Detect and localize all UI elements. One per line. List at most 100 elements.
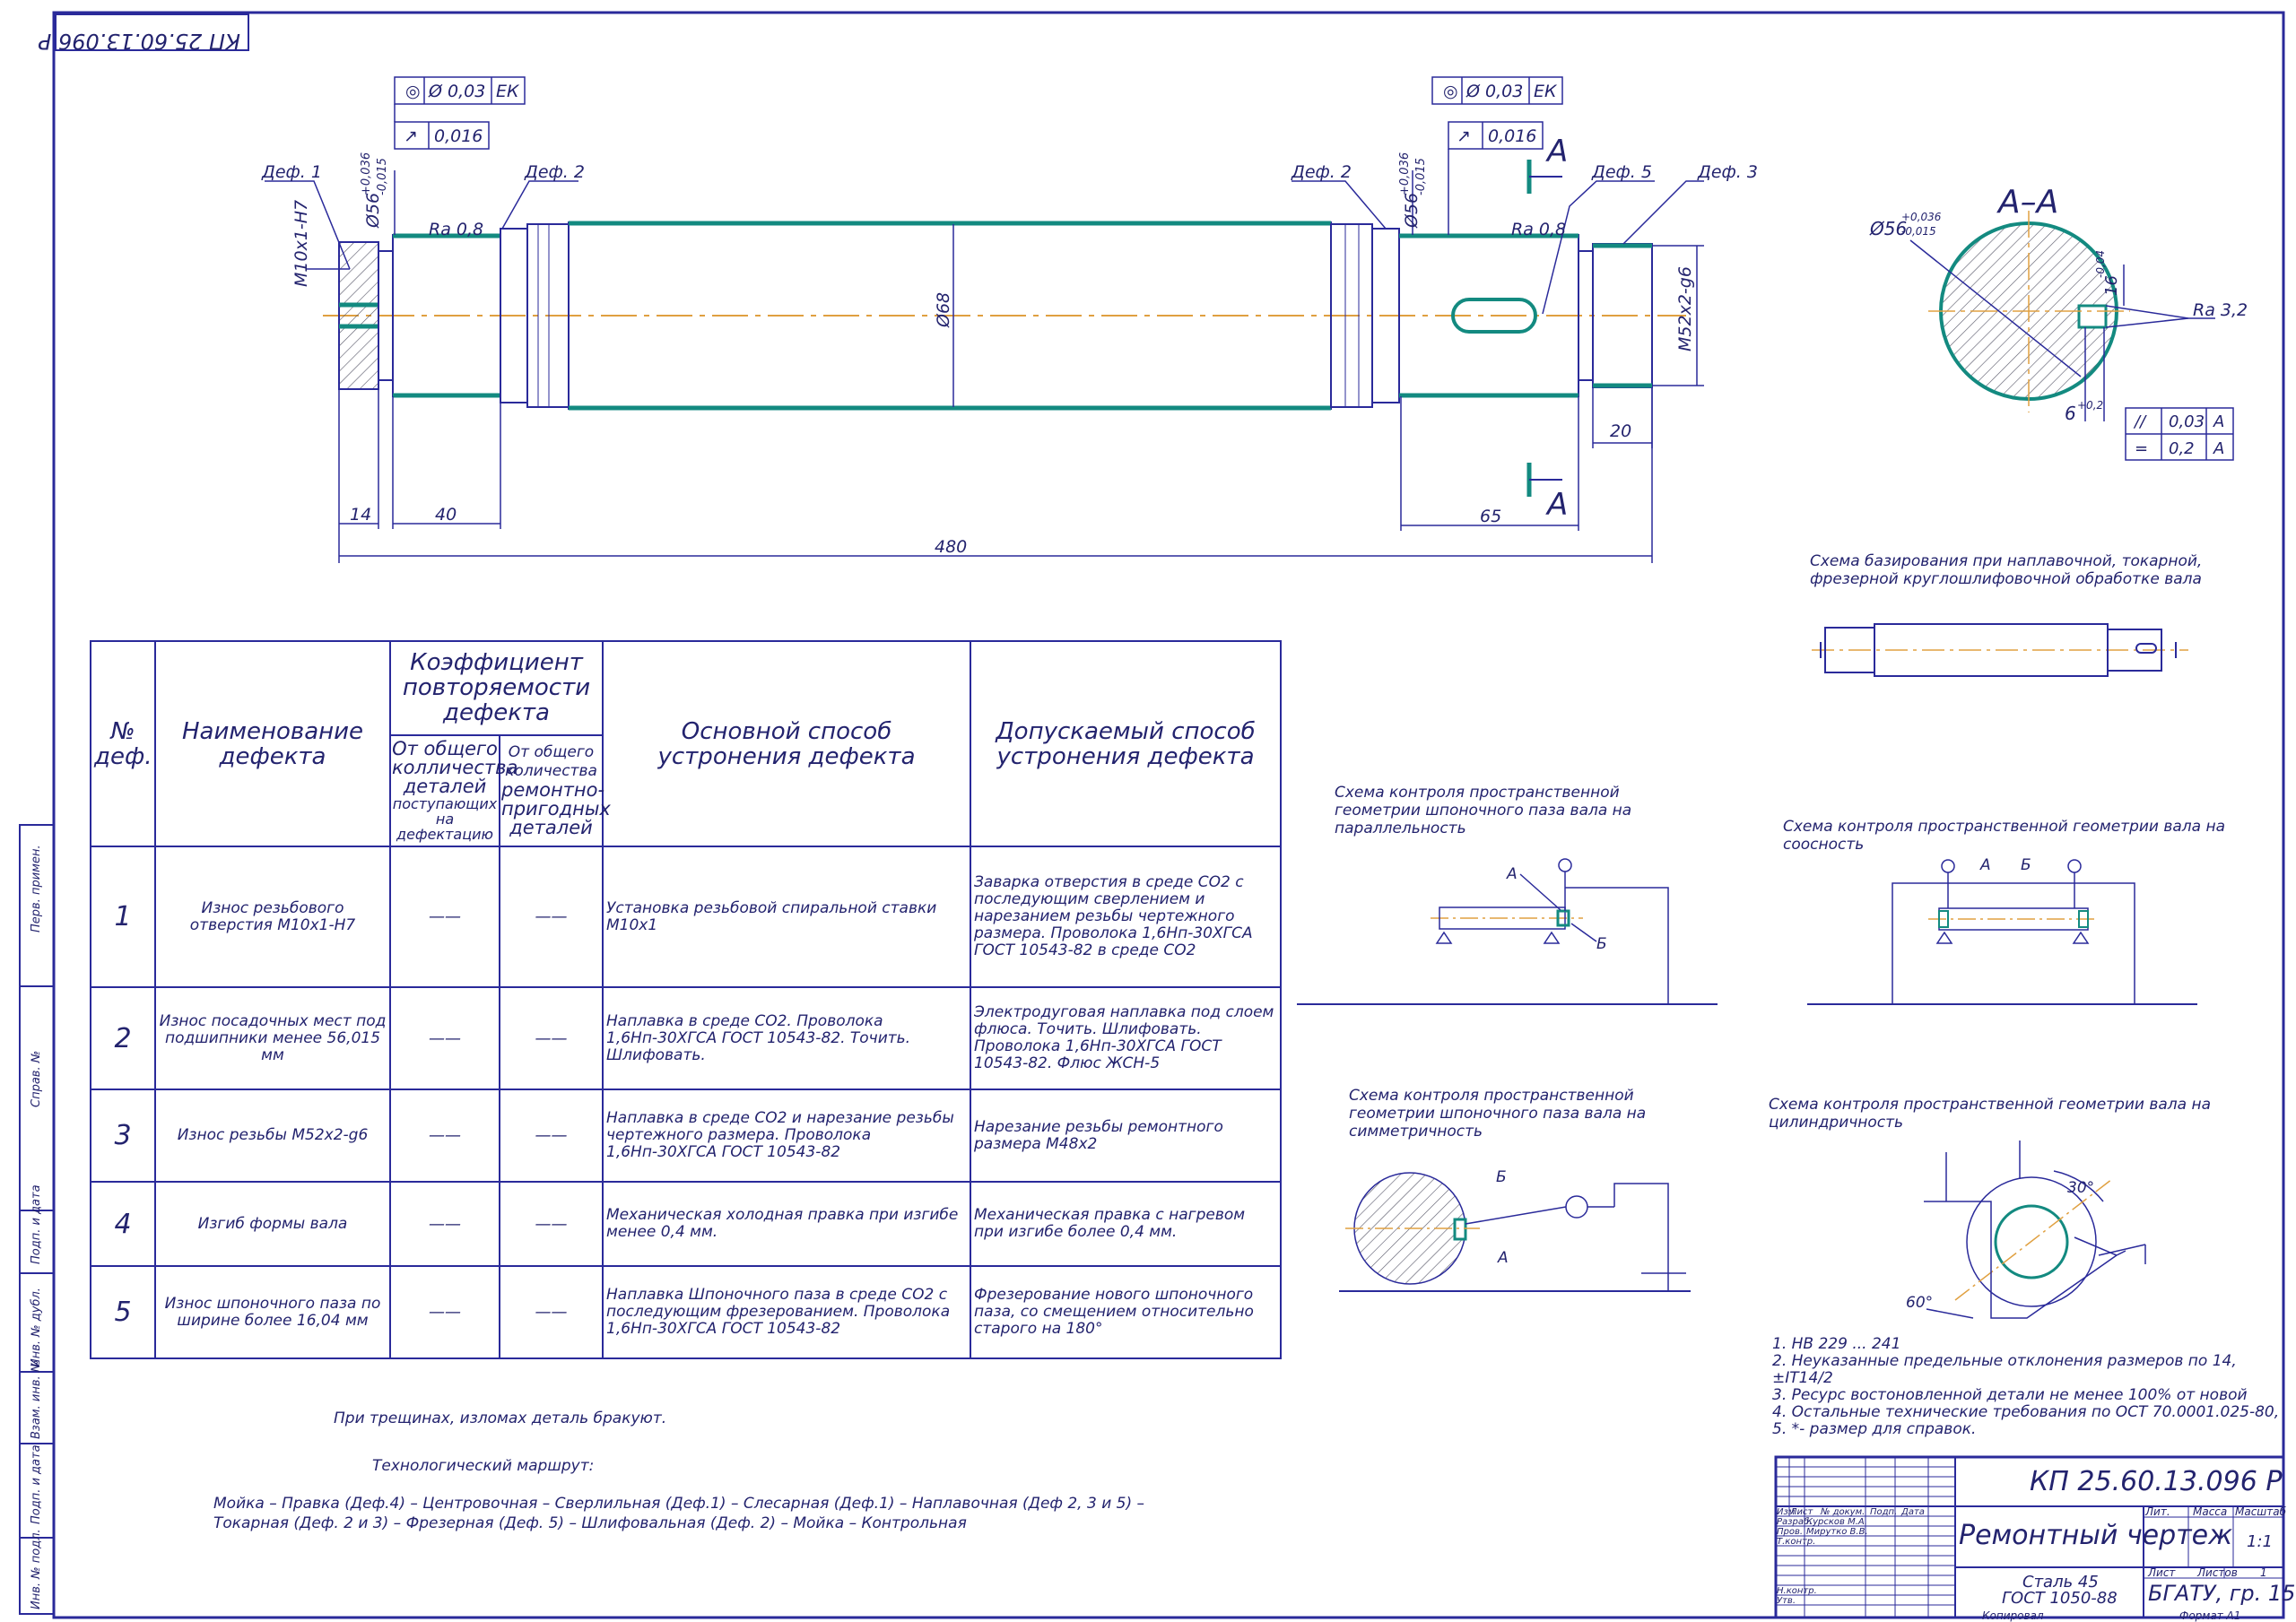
section-tol2-val: 0,2 xyxy=(2169,439,2195,458)
th-coef-sub1-bot: поступающих на дефектацию xyxy=(392,794,498,843)
section-key-depth-tol: -0,04 xyxy=(2094,250,2107,278)
tol-left-runout-sym: ↗ xyxy=(404,126,418,146)
caption-basing: Схема базирования при наплавочной, токар… xyxy=(1810,552,2203,588)
tech-req-4: 4. Остальные технические требования по О… xyxy=(1772,1403,2280,1421)
ra-right: Ra 0,8 xyxy=(1511,220,1566,239)
side-label-podp1: Подп. и дата xyxy=(30,1184,43,1264)
caption-parallel: Схема контроля пространственной геометри… xyxy=(1335,784,1632,837)
tb-format: Формат А1 xyxy=(2179,1609,2240,1622)
tb-row-utv: Утв. xyxy=(1777,1596,1796,1606)
cell-num: 4 xyxy=(90,1180,156,1268)
diam-right-tol-up: +0,036 xyxy=(1398,152,1412,195)
cell-c2: —— xyxy=(499,846,604,988)
table-row: 3 Износ резьбы М52х2-g6 —— —— Наплавка в… xyxy=(90,1089,1282,1183)
th-name: Наименование дефекта xyxy=(154,639,391,848)
tol-right-sym: ◎ xyxy=(1443,82,1458,101)
side-label-perv: Перв. примен. xyxy=(30,845,43,932)
tb-row-nkontr: Н.контр. xyxy=(1777,1586,1817,1596)
cell-alt: Заварка отверстия в среде СО2 с последую… xyxy=(970,846,1282,988)
crack-note: При трещинах, изломах деталь бракуют. xyxy=(334,1409,667,1427)
cell-c1: —— xyxy=(389,1180,500,1268)
tech-req-1: 1. НВ 229 ... 241 xyxy=(1772,1335,1901,1353)
section-tol2-sym: = xyxy=(2135,439,2148,458)
cell-c2: —— xyxy=(499,1089,604,1183)
diam-right-tol-lo: -0,015 xyxy=(1414,158,1428,195)
def3-label: Деф. 3 xyxy=(1697,162,1758,182)
tb-org: БГАТУ, гр. 15тс xyxy=(2148,1581,2296,1606)
side-label-dubl: Инв. № дубл. xyxy=(30,1288,43,1367)
tol-right-runout-val: 0,016 xyxy=(1488,126,1536,146)
cell-num: 3 xyxy=(90,1089,156,1183)
tb-doc-code: КП 25.60.13.096 Р xyxy=(2030,1466,2283,1497)
side-stamp-labels: Перв. примен. Справ. № Подп. и дата Инв.… xyxy=(30,845,43,1609)
cell-alt: Фрезерование нового шпоночного паза, со … xyxy=(970,1265,1282,1359)
tb-col-doc: № докум. xyxy=(1820,1507,1865,1517)
caption-coaxial: Схема контроля пространственной геометри… xyxy=(1783,818,2226,854)
section-a-top: А xyxy=(1545,134,1568,169)
cell-c1: —— xyxy=(389,1089,500,1183)
cell-main: Механическая холодная правка при изгибе … xyxy=(602,1180,971,1268)
cell-main: Наплавка в среде СО2 и нарезание резьбы … xyxy=(602,1089,971,1183)
th-coef: Коэффициент повторяемости дефекта xyxy=(389,640,604,736)
dim-65: 65 xyxy=(1480,507,1501,526)
tech-req-3: 3. Ресурс востоновленной детали не менее… xyxy=(1772,1386,2248,1404)
route-line1: Мойка – Правка (Деф.4) – Центровочная – … xyxy=(213,1495,1145,1513)
tol-left-runout-val: 0,016 xyxy=(434,126,483,146)
tol-left-val: Ø 0,03 xyxy=(428,82,485,101)
dim-40: 40 xyxy=(435,505,457,525)
cylindric-30: 30° xyxy=(2067,1179,2094,1197)
tb-row-tkontr: Т.контр. xyxy=(1777,1537,1815,1547)
th-coef-sub1-top: От общего колличества деталей xyxy=(392,737,518,797)
section-tol1-val: 0,03 xyxy=(2169,412,2205,431)
cell-alt: Нарезание резьбы ремонтного размера М48х… xyxy=(970,1089,1282,1183)
tech-req-2: 2. Неуказанные предельные отклонения раз… xyxy=(1772,1352,2237,1387)
side-label-inv: Инв. № подл. xyxy=(30,1529,43,1609)
dim-480: 480 xyxy=(935,537,967,557)
tol-right-base: ЕК xyxy=(1534,82,1558,101)
tb-material-2: ГОСТ 1050-88 xyxy=(2002,1589,2118,1608)
section-ra: Ra 3,2 xyxy=(2193,300,2248,320)
route-line2: Токарная (Деф. 2 и 3) – Фрезерная (Деф. … xyxy=(213,1514,967,1532)
dim-20: 20 xyxy=(1610,421,1631,441)
symmetry-a: А xyxy=(1497,1249,1509,1267)
shaft-drawing: ◎ Ø 0,03 ЕК ↗ 0,016 ◎ Ø 0,03 ЕК ↗ 0,016 … xyxy=(261,76,1758,563)
ra-left: Ra 0,8 xyxy=(429,220,483,239)
cell-name: Износ посадочных мест под подшипники мен… xyxy=(154,985,391,1091)
diam-left-tol-up: +0,036 xyxy=(360,152,373,195)
th-coef-sub1: От общего колличества деталей поступающи… xyxy=(389,733,518,848)
coaxial-scheme xyxy=(1807,859,2197,1005)
side-label-vzam: Взам. инв. № xyxy=(30,1360,43,1439)
symmetry-b: Б xyxy=(1496,1168,1507,1186)
diam-mid: Ø68 xyxy=(934,292,953,328)
section-key-width-tol: +0,2 xyxy=(2077,399,2103,412)
section-tol2-base: А xyxy=(2213,439,2224,458)
tb-lit: Лит. xyxy=(2144,1505,2170,1518)
tb-list: Лист xyxy=(2147,1566,2176,1579)
defect-table: № деф. Наименование дефекта Коэффициент … xyxy=(90,639,1282,1359)
table-row: 1 Износ резьбового отверстия М10х1-Н7 ——… xyxy=(90,846,1282,988)
tb-col-sign: Подп. xyxy=(1870,1507,1897,1517)
section-aa: А–А Ø56 +0,036 -0,015 16 -0,04 6 +0,2 Ra… xyxy=(1869,184,2248,461)
tb-row-prov: Пров. xyxy=(1777,1527,1803,1537)
cell-num: 1 xyxy=(90,846,156,988)
def2-left-label: Деф. 2 xyxy=(524,162,585,182)
tb-listov-val: 1 xyxy=(2260,1566,2267,1579)
tb-col-list: Лист xyxy=(1789,1507,1814,1517)
tech-req-5: 5. *- размер для справок. xyxy=(1772,1420,1977,1438)
section-diam-tol-lo: -0,015 xyxy=(1901,225,1936,238)
th-coef-sub2-bot: ремонтно-пригодных деталей xyxy=(501,779,611,839)
side-label-podp2: Подп. и дата xyxy=(30,1444,43,1524)
section-diam-tol-up: +0,036 xyxy=(1901,211,1942,223)
section-tol1-base: А xyxy=(2213,412,2224,431)
section-a-bottom: А xyxy=(1545,487,1568,523)
diam-left-tol-lo: -0,015 xyxy=(376,158,389,195)
tol-left-base: ЕК xyxy=(496,82,520,101)
cell-main: Наплавка в среде СО2. Проволока 1,6Нп-30… xyxy=(602,985,971,1091)
cell-name: Износ шпоночного паза по ширине более 16… xyxy=(154,1265,391,1359)
tb-col-date: Дата xyxy=(1900,1507,1925,1517)
dim-14: 14 xyxy=(350,505,371,525)
cell-c2: —— xyxy=(499,1180,604,1268)
tb-title: Ремонтный чертеж xyxy=(1959,1520,2232,1551)
diam-left: Ø56 xyxy=(363,193,383,229)
cylindric-scheme xyxy=(1924,1141,2146,1319)
